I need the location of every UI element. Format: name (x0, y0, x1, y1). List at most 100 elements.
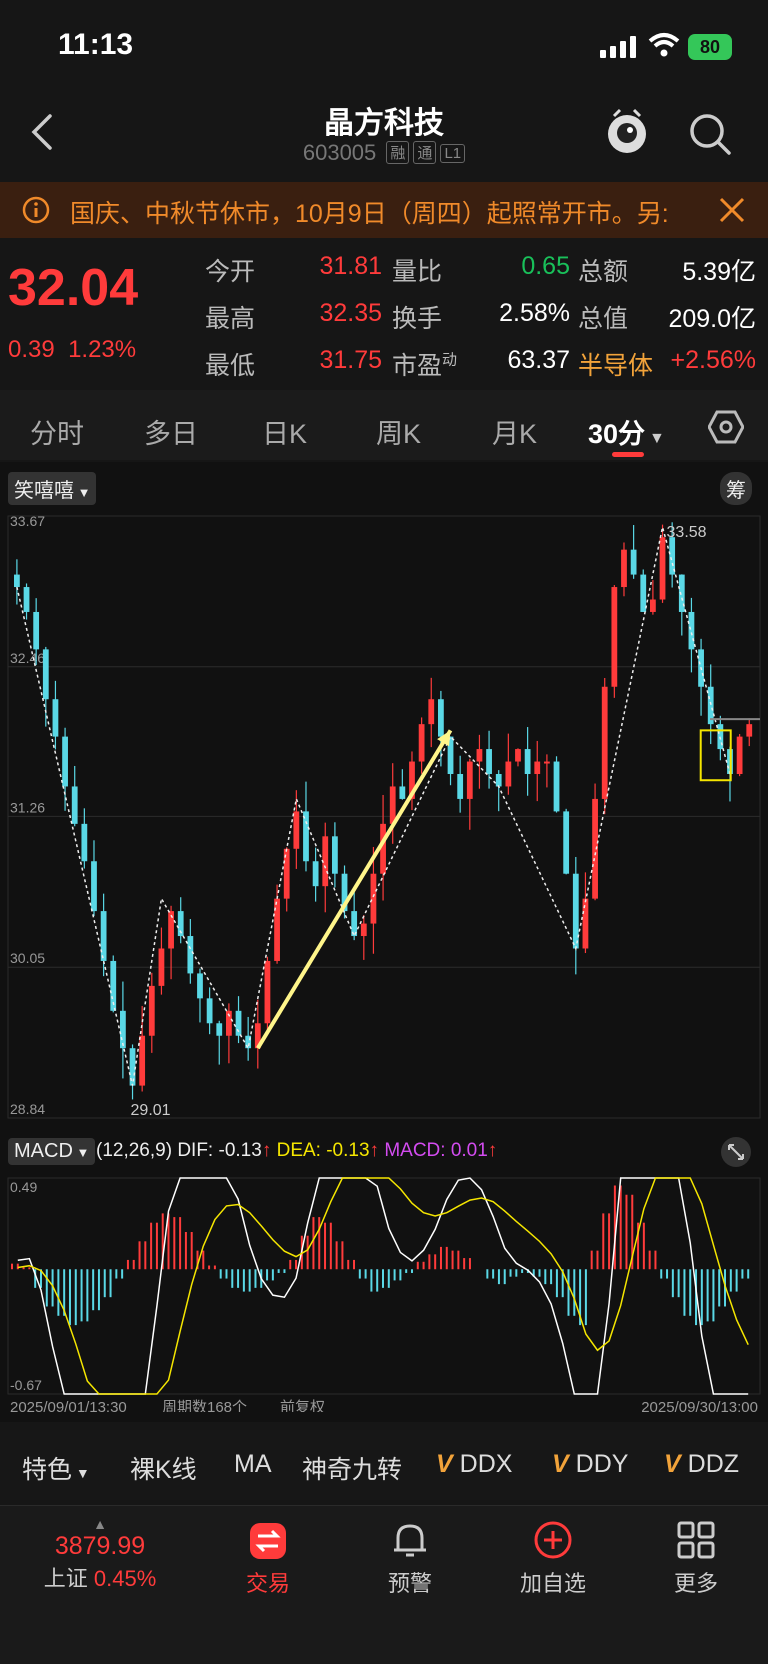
caret-down-icon: ▼ (649, 430, 665, 447)
label-pe: 市盈动 (392, 351, 458, 380)
last-price: 32.04 (8, 259, 139, 317)
v-icon: V (664, 1450, 681, 1478)
dea-value: DEA: -0.13 (276, 1140, 370, 1161)
search-icon[interactable] (688, 112, 732, 156)
indicator-ma[interactable]: MA (234, 1450, 272, 1479)
y-tick-label: 32.46 (10, 650, 45, 666)
candle-body (428, 699, 435, 725)
y-tick-label: 30.05 (10, 950, 45, 966)
candle-body (688, 611, 695, 650)
chip-button[interactable]: 筹 (720, 472, 752, 505)
candle-body (312, 861, 319, 887)
candle-body (592, 798, 598, 899)
candle-body (640, 574, 647, 612)
index-name: 上证 (43, 1566, 88, 1591)
sector-name[interactable]: 半导体 (578, 346, 653, 382)
macd-top-label: 0.49 (10, 1179, 37, 1195)
candle-body (534, 761, 541, 774)
tag-margin: 融 (386, 141, 410, 164)
candle-body (630, 549, 637, 575)
macd-readout: (12,26,9) DIF: -0.13↑ DEA: -0.13↑ MACD: … (96, 1140, 497, 1162)
candle-body (553, 761, 560, 812)
chart-area[interactable]: 笑嘻嘻 ▼ 筹 33.67 32.46 31.26 30.05 28.84 33.58 29… (0, 462, 768, 1422)
nav-alert[interactable]: 预警 (360, 1506, 460, 1656)
candle-body (42, 649, 49, 700)
tab-monthly-k[interactable]: 月K (492, 412, 537, 451)
candle-body (100, 911, 107, 961)
value-low: 31.75 (319, 346, 382, 374)
label-market-cap: 总值 (578, 305, 629, 333)
candle-body (466, 761, 473, 799)
nav-more[interactable]: 更多 (646, 1506, 746, 1656)
close-icon[interactable] (718, 196, 746, 224)
indicator-ddx[interactable]: V DDX (436, 1450, 512, 1479)
candle-body (33, 611, 40, 650)
candle-body (399, 786, 406, 799)
tab-weekly-k[interactable]: 周K (376, 412, 421, 451)
date-end: 2025/09/30/13:00 (641, 1399, 758, 1412)
notice-banner[interactable]: 国庆、中秋节休市，10月9日（周四）起照常开市。另: (0, 182, 768, 238)
high-label: 33.58 (667, 524, 707, 541)
caret-up-icon: ▲ (93, 1516, 107, 1532)
tab-daily-k[interactable]: 日K (262, 412, 307, 451)
candle-body (62, 736, 68, 787)
mascot-icon[interactable] (604, 106, 650, 156)
tab-multi-day[interactable]: 多日 (144, 412, 198, 451)
grid-icon (677, 1521, 715, 1559)
index-widget[interactable]: ▲ 3879.99 上证 0.45% (20, 1516, 180, 1593)
indicator-ddy[interactable]: V DDY (552, 1450, 628, 1479)
settings-icon[interactable] (708, 410, 744, 444)
status-time: 11:13 (58, 28, 134, 61)
info-icon (22, 196, 50, 224)
wifi-icon (648, 33, 680, 57)
label-high: 最高 (205, 305, 256, 333)
candle-body (293, 811, 300, 849)
indicator-ddz[interactable]: V DDZ (664, 1450, 739, 1479)
candle-body (486, 749, 492, 774)
macd-chart[interactable]: 0.49 -0.67 2025/09/01/13:30 周期数168个 前复权 2025/… (0, 1172, 768, 1412)
strategy-dropdown[interactable]: 笑嘻嘻 ▼ (8, 472, 97, 505)
add-circle-icon (534, 1521, 572, 1559)
nav-add-watchlist[interactable]: 加自选 (503, 1506, 603, 1656)
candle-body (197, 973, 203, 999)
value-market-cap: 209.0亿 (668, 305, 756, 333)
index-pct: 0.45% (93, 1566, 157, 1591)
candle-body (360, 923, 367, 937)
feature-dropdown[interactable]: 特色 ▼ (22, 1450, 90, 1486)
nav-trade[interactable]: 交易 (218, 1506, 318, 1656)
change-pct: 1.23% (68, 336, 137, 363)
candle-body (235, 1010, 242, 1036)
expand-icon[interactable] (720, 1136, 752, 1168)
macd-dropdown[interactable]: MACD ▼ (8, 1138, 96, 1165)
y-tick-label: 33.67 (10, 513, 45, 529)
nav-alert-label: 预警 (387, 1571, 432, 1596)
tab-intraday[interactable]: 分时 (30, 412, 84, 451)
kline-chart[interactable]: 33.67 32.46 31.26 30.05 28.84 33.58 29.01 (0, 506, 768, 1126)
candle-body (216, 1023, 223, 1036)
low-label: 29.01 (131, 1102, 171, 1119)
indicator-naked-k[interactable]: 裸K线 (130, 1450, 197, 1486)
page-title: 晶方科技 (324, 107, 444, 140)
tag-level: L1 (440, 144, 466, 163)
notice-text: 国庆、中秋节休市，10月9日（周四）起照常开市。另: (70, 200, 669, 228)
adjust-mode: 前复权 (280, 1398, 325, 1412)
candle-body (206, 998, 213, 1024)
value-high: 32.35 (319, 299, 382, 327)
label-turnover-rate: 换手 (392, 305, 443, 333)
stock-code-row: 603005 融通 L1 (0, 140, 768, 166)
value-volume-ratio: 0.65 (521, 252, 570, 280)
tab-30min[interactable]: 30分 ▼ (588, 412, 665, 451)
signal-icon (600, 36, 640, 58)
bell-icon (394, 1524, 426, 1557)
label-turnover-amount: 总额 (578, 258, 629, 286)
v-icon: V (436, 1450, 453, 1478)
candle-body (515, 749, 521, 762)
indicator-magic-nine[interactable]: 神奇九转 (302, 1450, 402, 1486)
period-count: 周期数168个 (162, 1399, 247, 1412)
change-value: 0.39 (8, 336, 55, 363)
macd-bottom-label: -0.67 (10, 1377, 42, 1393)
value-open: 31.81 (319, 252, 382, 280)
macd-params: (12,26,9) (96, 1140, 173, 1161)
candle-body (524, 749, 531, 774)
sector-change[interactable]: +2.56% (650, 346, 757, 375)
